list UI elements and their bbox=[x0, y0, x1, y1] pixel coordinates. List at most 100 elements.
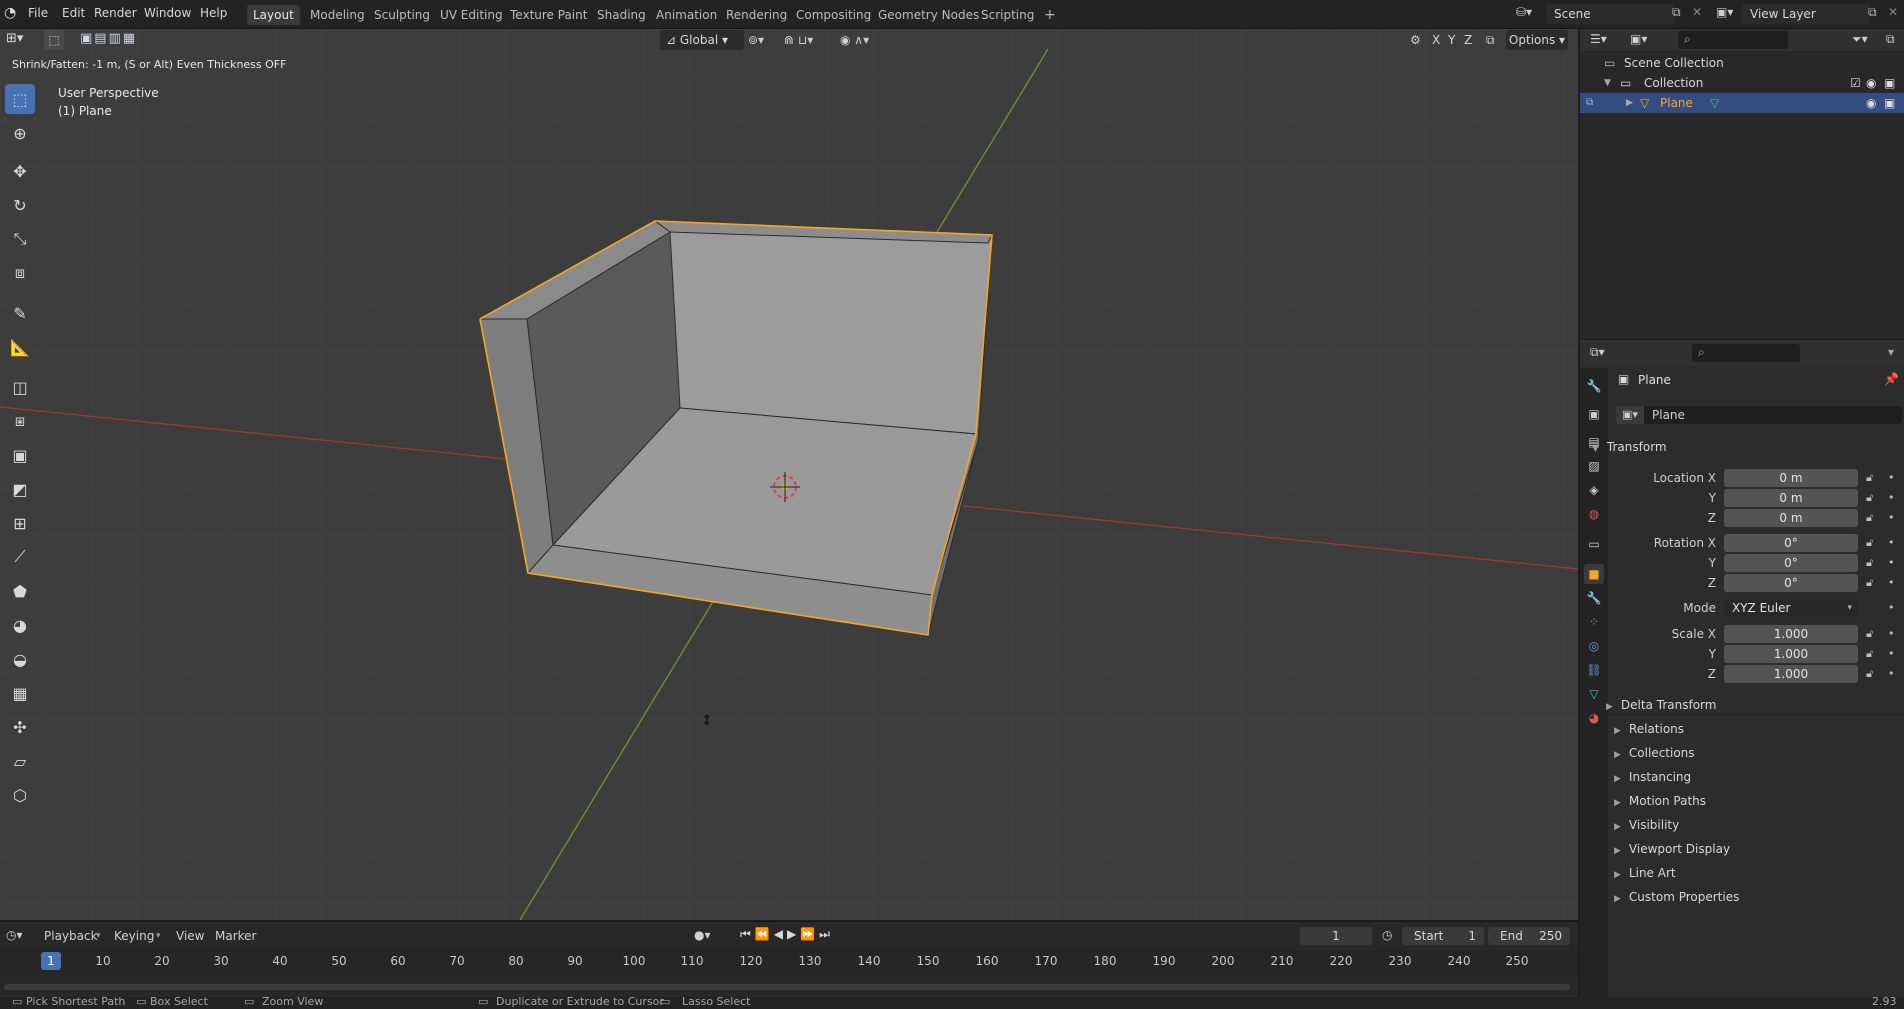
particles-tab-icon[interactable]: ⁘ bbox=[1584, 612, 1604, 632]
menu-edit[interactable]: Edit bbox=[62, 6, 85, 20]
editor-type-icon[interactable]: ⊞▾ bbox=[6, 31, 23, 46]
outliner-row-scene-collection[interactable]: ▭ Scene Collection bbox=[1580, 53, 1904, 73]
options-dropdown[interactable]: Options ▾ bbox=[1506, 30, 1568, 50]
render-tab-icon[interactable]: ▣ bbox=[1584, 404, 1604, 424]
keyframe-dot-icon[interactable]: • bbox=[1888, 576, 1895, 589]
pin-icon[interactable]: 📌 bbox=[1884, 372, 1899, 386]
timeline-scrollbar[interactable] bbox=[4, 984, 1570, 990]
poly-build-tool-icon[interactable]: ⬟ bbox=[5, 576, 35, 606]
object-name-field[interactable]: Plane bbox=[1644, 406, 1902, 424]
material-tab-icon[interactable]: ◕ bbox=[1584, 708, 1604, 728]
scene-type-icon[interactable]: ⛁▾ bbox=[1516, 5, 1532, 19]
relations-panel-header[interactable]: ▶ Relations bbox=[1614, 722, 1684, 736]
physics-tab-icon[interactable]: ◎ bbox=[1584, 636, 1604, 656]
tab-layout[interactable]: Layout bbox=[247, 5, 300, 25]
loop-cut-tool-icon[interactable]: ⊞ bbox=[5, 508, 35, 538]
outliner-search-input[interactable]: ⌕ bbox=[1678, 31, 1788, 49]
filter-icon[interactable]: ⏷▾ bbox=[1852, 32, 1868, 47]
tab-rendering[interactable]: Rendering bbox=[720, 5, 793, 25]
new-view-layer-icon[interactable]: ⧉ bbox=[1868, 5, 1877, 20]
measure-tool-icon[interactable]: 📐 bbox=[5, 332, 35, 362]
scale-x-field[interactable]: 1.000 bbox=[1724, 625, 1858, 643]
tab-sculpting[interactable]: Sculpting bbox=[368, 5, 436, 25]
lock-icon[interactable]: 🔓︎ bbox=[1866, 667, 1873, 681]
add-workspace-button[interactable]: + bbox=[1038, 5, 1062, 25]
expand-arrow-icon[interactable]: ▶ bbox=[1626, 93, 1633, 113]
mirror-y-toggle[interactable]: Y bbox=[1448, 30, 1455, 50]
rotation-z-field[interactable]: 0° bbox=[1724, 574, 1858, 592]
transform-tool-icon[interactable]: ⧈ bbox=[5, 258, 35, 288]
use-preview-range-icon[interactable]: ◷ bbox=[1382, 928, 1392, 942]
playback-controls-icon[interactable]: ⏮⏪◀▶⏩⏭ bbox=[740, 927, 834, 942]
smooth-tool-icon[interactable]: ◒ bbox=[5, 644, 35, 674]
current-frame-field[interactable]: 1 bbox=[1300, 927, 1372, 945]
frame-ruler[interactable]: 1 10 20 30 40 50 60 70 80 90 100 110 120… bbox=[0, 950, 1578, 972]
delta-transform-subpanel[interactable]: ▶ Delta Transform bbox=[1606, 698, 1716, 712]
mirror-x-toggle[interactable]: X bbox=[1432, 30, 1440, 50]
keyframe-dot-icon[interactable]: • bbox=[1888, 471, 1895, 484]
lock-icon[interactable]: 🔓︎ bbox=[1866, 627, 1873, 641]
tab-shading[interactable]: Shading bbox=[591, 5, 652, 25]
rip-tool-icon[interactable]: ⬡ bbox=[5, 780, 35, 810]
scale-y-field[interactable]: 1.000 bbox=[1724, 645, 1858, 663]
spin-tool-icon[interactable]: ◕ bbox=[5, 610, 35, 640]
pivot-point-icon[interactable]: ⊚▾ bbox=[748, 30, 764, 50]
view-layer-icon[interactable]: ▣▾ bbox=[1716, 5, 1733, 19]
timeline-editor-type-icon[interactable]: ◷▾ bbox=[6, 928, 23, 942]
display-mode-icon[interactable]: ▣▾ bbox=[1630, 32, 1647, 46]
custom-properties-panel-header[interactable]: ▶ Custom Properties bbox=[1614, 890, 1739, 904]
shear-tool-icon[interactable]: ▱ bbox=[5, 746, 35, 776]
knife-tool-icon[interactable]: ⟋ bbox=[5, 542, 35, 572]
plane-mesh[interactable] bbox=[478, 220, 993, 636]
collapse-arrow-icon[interactable]: ▼ bbox=[1604, 73, 1611, 93]
visibility-eye-icon[interactable]: ◉ bbox=[1866, 73, 1876, 93]
menu-playback[interactable]: Playback bbox=[44, 929, 98, 943]
proportional-edit-icon[interactable]: ◉ ∧▾ bbox=[840, 30, 869, 50]
location-x-field[interactable]: 0 m bbox=[1724, 469, 1858, 487]
3d-viewport[interactable]: ↕ ⊞▾ ⬚ ▣▤▥▦ ⊿ Global ▾ ⊚▾ ⋒ ⊔▾ ◉ ∧▾ ⚙ X … bbox=[0, 29, 1578, 920]
keyframe-dot-icon[interactable]: • bbox=[1888, 647, 1895, 660]
close-view-layer-icon[interactable]: ✕ bbox=[1888, 5, 1898, 19]
gizmo-icon[interactable]: ⚙ bbox=[1410, 30, 1421, 50]
keyframe-dot-icon[interactable]: • bbox=[1888, 601, 1895, 614]
world-tab-icon[interactable]: ◍ bbox=[1584, 504, 1604, 524]
location-z-field[interactable]: 0 m bbox=[1724, 509, 1858, 527]
move-tool-icon[interactable]: ✥ bbox=[5, 156, 35, 186]
lock-icon[interactable]: 🔓︎ bbox=[1866, 647, 1873, 661]
scale-z-field[interactable]: 1.000 bbox=[1724, 665, 1858, 683]
scene-tab-icon[interactable]: ◈ bbox=[1584, 480, 1604, 500]
visibility-eye-icon[interactable]: ◉ bbox=[1866, 93, 1876, 113]
lock-icon[interactable]: 🔓︎ bbox=[1866, 556, 1873, 570]
tab-animation[interactable]: Animation bbox=[650, 5, 723, 25]
keyframe-dot-icon[interactable]: • bbox=[1888, 627, 1895, 640]
viewport-display-panel-header[interactable]: ▶ Viewport Display bbox=[1614, 842, 1730, 856]
keyframe-dot-icon[interactable]: • bbox=[1888, 667, 1895, 680]
menu-help[interactable]: Help bbox=[200, 6, 227, 20]
cursor-tool-icon[interactable]: ⊕ bbox=[5, 118, 35, 148]
keyframe-dot-icon[interactable]: • bbox=[1888, 491, 1895, 504]
select-mode-icon[interactable]: ⬚ bbox=[44, 30, 64, 50]
end-frame-field[interactable]: End 250 bbox=[1488, 927, 1570, 945]
rotation-x-field[interactable]: 0° bbox=[1724, 534, 1858, 552]
outliner-row-plane[interactable]: ⧉ ▶ ▽ Plane ▽ ◉ ▣ bbox=[1580, 93, 1904, 113]
tab-geometry-nodes[interactable]: Geometry Nodes bbox=[872, 5, 985, 25]
select-box-tool-icon[interactable]: ⬚ bbox=[5, 84, 35, 114]
object-tab-icon[interactable]: ■ bbox=[1584, 564, 1604, 584]
overlay-icon[interactable]: ⧉ bbox=[1486, 30, 1495, 50]
menu-keying[interactable]: Keying bbox=[114, 929, 154, 943]
lock-icon[interactable]: 🔓︎ bbox=[1866, 511, 1873, 525]
rotation-y-field[interactable]: 0° bbox=[1724, 554, 1858, 572]
add-cube-tool-icon[interactable]: ◫ bbox=[5, 372, 35, 402]
selection-mode-buttons[interactable]: ▣▤▥▦ bbox=[80, 31, 137, 46]
object-browse-icon[interactable]: ▣▾ bbox=[1616, 406, 1644, 424]
exclude-checkbox[interactable]: ☑ bbox=[1850, 73, 1861, 93]
tab-compositing[interactable]: Compositing bbox=[790, 5, 877, 25]
tool-tab-icon[interactable]: 🔧 bbox=[1584, 376, 1604, 396]
menu-marker[interactable]: Marker bbox=[215, 929, 256, 943]
shrink-fatten-tool-icon[interactable]: ✣ bbox=[5, 712, 35, 742]
snap-icon[interactable]: ⋒ ⊔▾ bbox=[784, 30, 813, 50]
menu-render[interactable]: Render bbox=[94, 6, 137, 20]
lock-icon[interactable]: 🔓︎ bbox=[1866, 471, 1873, 485]
keyframe-dot-icon[interactable]: • bbox=[1888, 536, 1895, 549]
menu-file[interactable]: File bbox=[28, 6, 48, 20]
